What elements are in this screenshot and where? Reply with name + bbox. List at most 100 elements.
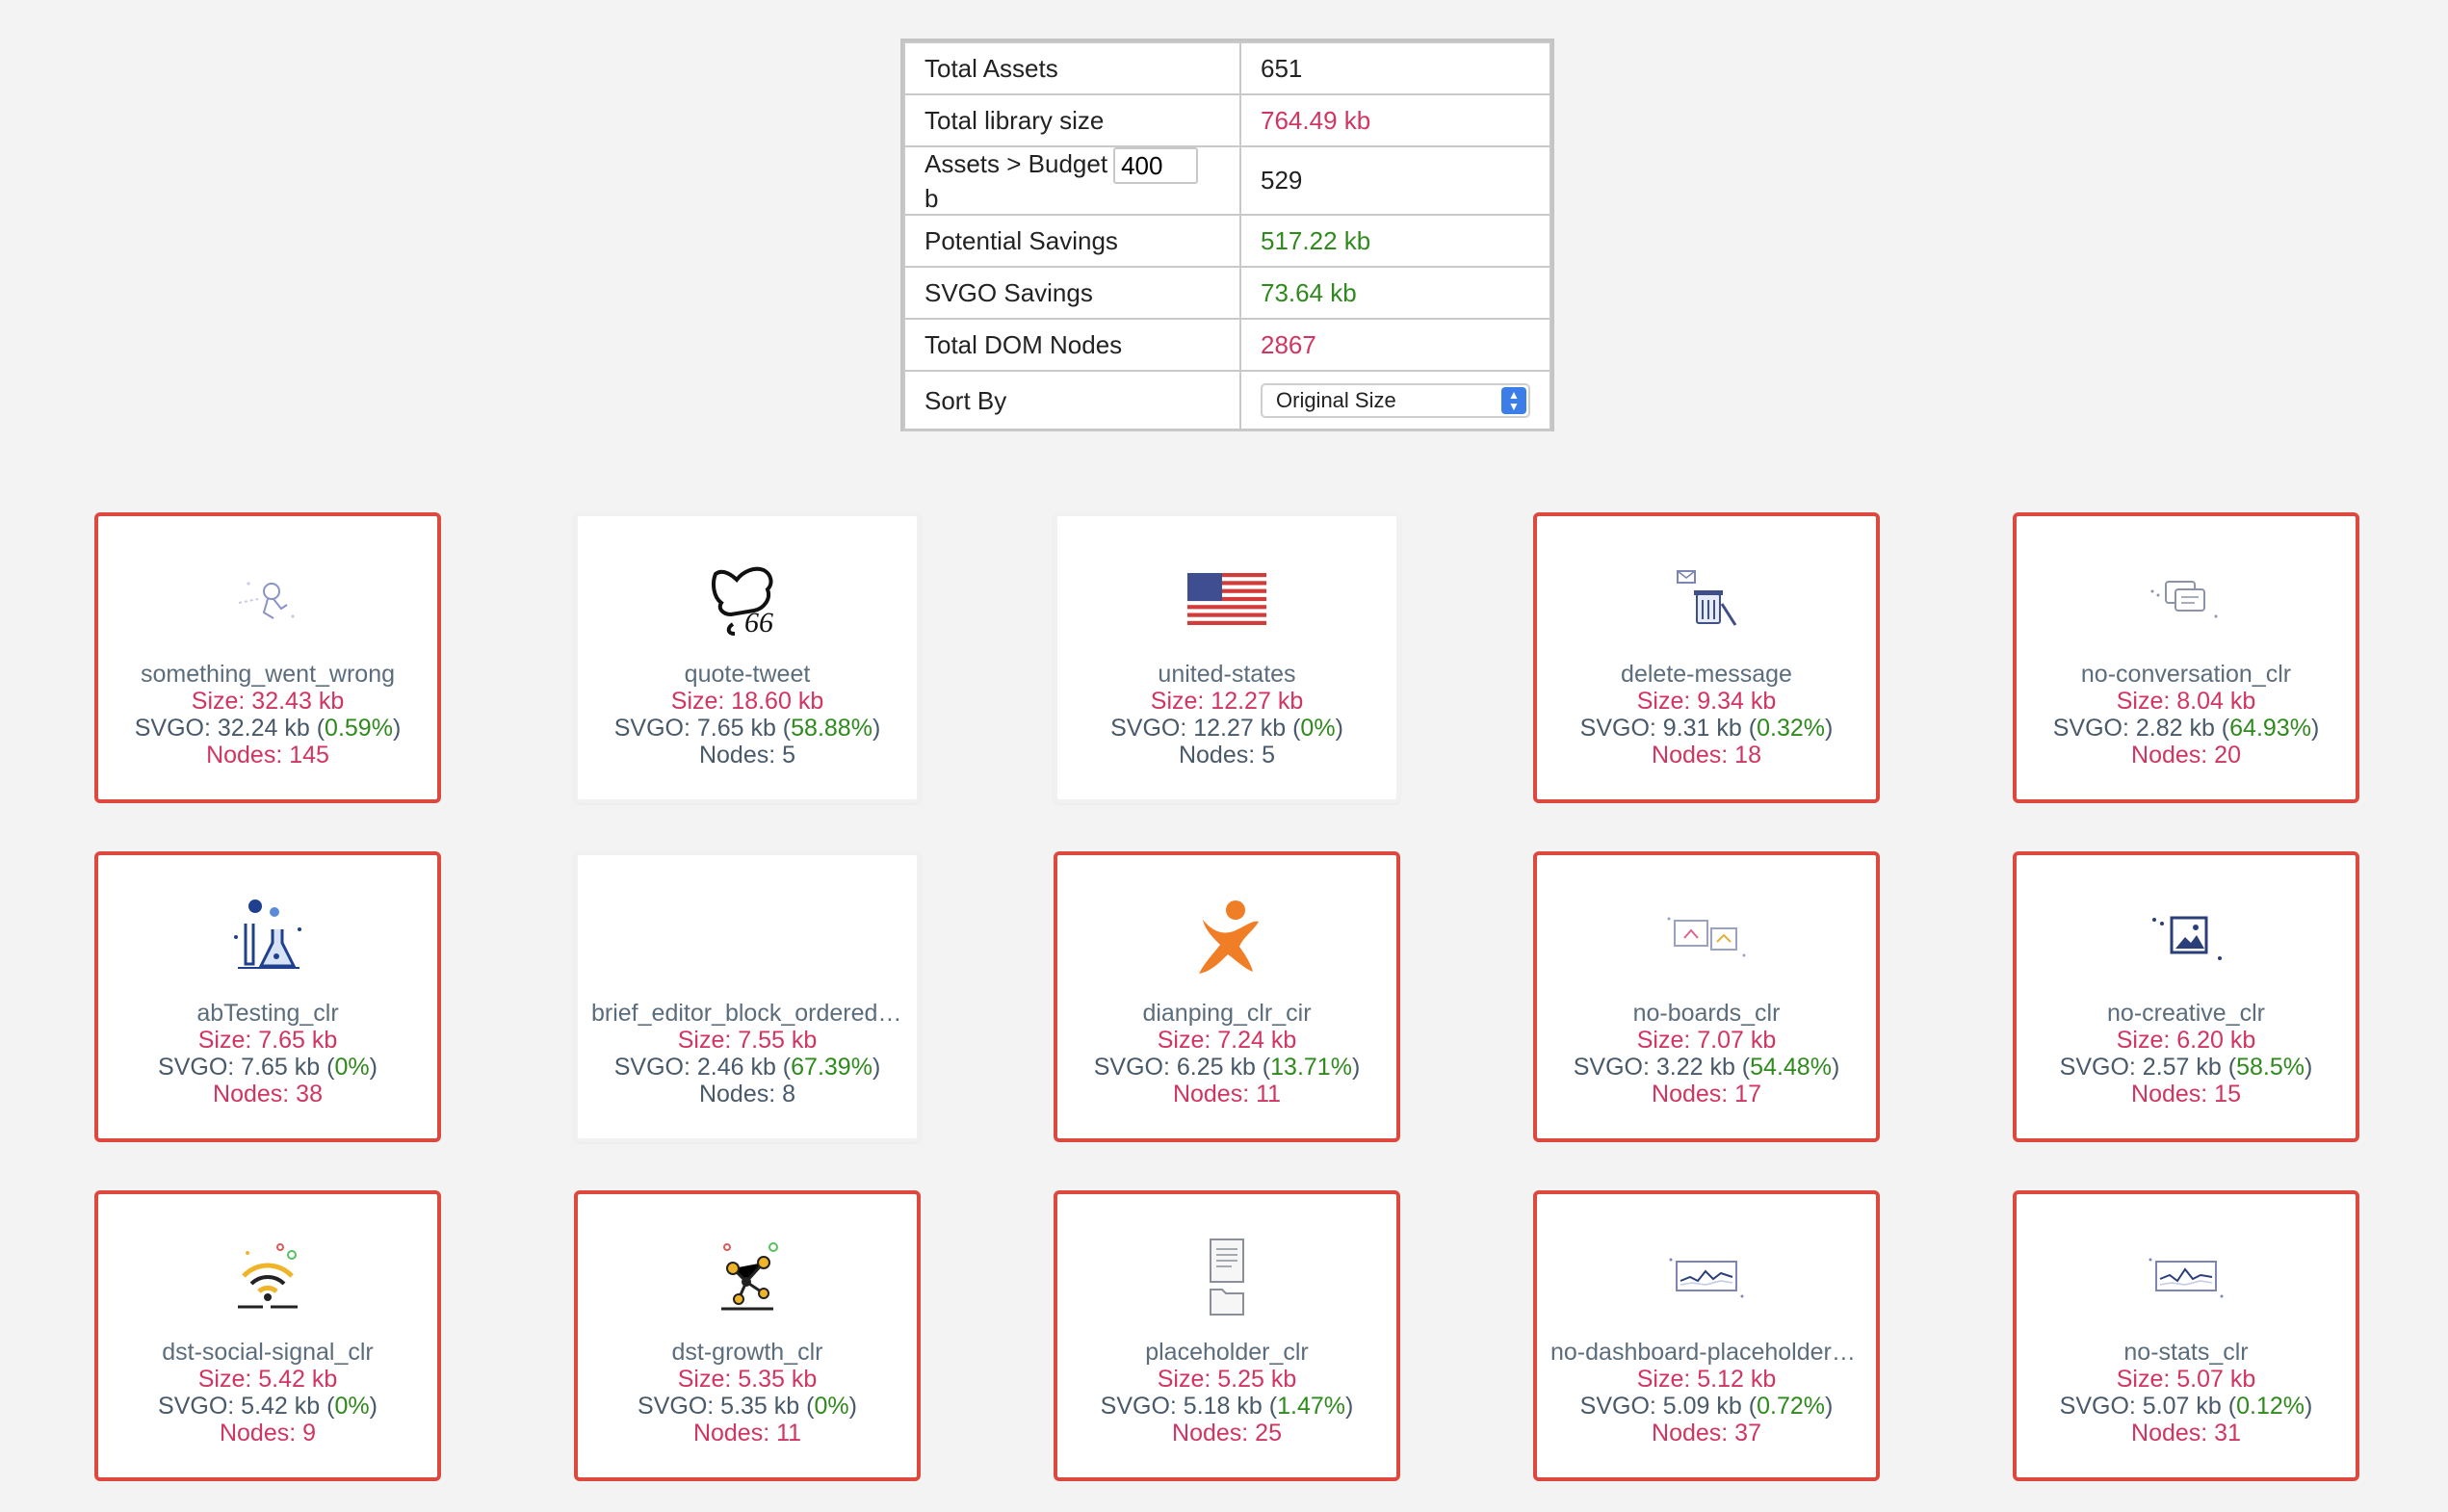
asset-card[interactable]: 66 quote-tweet Size: 18.60 kb SVGO: 7.65 kb…	[574, 512, 921, 803]
asset-svgo-line: SVGO: 7.65 kb (0%)	[98, 1054, 437, 1081]
image-frame-icon	[2017, 890, 2356, 986]
asset-info: quote-tweet Size: 18.60 kb SVGO: 7.65 kb (…	[578, 661, 917, 769]
budget-unit: b	[925, 184, 939, 213]
dianping-icon	[1057, 890, 1396, 986]
asset-svgo-line: SVGO: 3.22 kb (54.48%)	[1537, 1054, 1876, 1081]
asset-name: brief_editor_block_ordered_list	[591, 1000, 917, 1027]
asset-svgo-percent: 58.5%	[2236, 1054, 2305, 1081]
asset-card[interactable]: placeholder_clr Size: 5.25 kb SVGO: 5.18 k…	[1054, 1190, 1400, 1481]
asset-name: something_went_wrong	[140, 661, 396, 688]
svgo-savings-label: SVGO Savings	[903, 266, 1241, 320]
asset-size: Size: 8.04 kb	[2116, 688, 2256, 715]
blank-icon	[578, 890, 917, 986]
asset-size: Size: 9.34 kb	[1636, 688, 1777, 715]
asset-svgo-percent: 58.88%	[791, 715, 872, 742]
budget-input[interactable]	[1113, 147, 1199, 184]
asset-card[interactable]: no-stats_clr Size: 5.07 kb SVGO: 5.07 kb (…	[2013, 1190, 2359, 1481]
asset-size: Size: 7.24 kb	[1157, 1027, 1297, 1054]
asset-card[interactable]: something_went_wrong Size: 32.43 kb SVGO: …	[94, 512, 441, 803]
asset-svgo-line: SVGO: 5.42 kb (0%)	[98, 1393, 437, 1420]
asset-svgo: SVGO: 2.82 kb (	[2052, 715, 2230, 742]
asset-svgo-percent: 1.47%	[1277, 1393, 1345, 1420]
asset-svgo-line: SVGO: 6.25 kb (13.71%)	[1057, 1054, 1396, 1081]
asset-name: no-dashboard-placeholder_clr	[1550, 1339, 1871, 1366]
asset-size: Size: 7.65 kb	[197, 1027, 338, 1054]
asset-name: no-boards_clr	[1632, 1000, 1781, 1027]
us-flag-icon	[1057, 551, 1396, 647]
asset-info: something_went_wrong Size: 32.43 kb SVGO: …	[98, 661, 437, 769]
chat-bubbles-icon	[2017, 551, 2356, 647]
asset-card[interactable]: no-boards_clr Size: 7.07 kb SVGO: 3.22 kb …	[1533, 851, 1880, 1142]
asset-size: Size: 12.27 kb	[1150, 688, 1304, 715]
budget-label: Assets > Budget	[925, 148, 1108, 178]
potential-savings-value: 517.22 kb	[1239, 214, 1551, 268]
asset-svgo-line: SVGO: 2.46 kb (67.39%)	[578, 1054, 917, 1081]
asset-svgo-close: )	[872, 1054, 881, 1081]
asset-card[interactable]: no-creative_clr Size: 6.20 kb SVGO: 2.57 k…	[2013, 851, 2359, 1142]
asset-card[interactable]: united-states Size: 12.27 kb SVGO: 12.27 k…	[1054, 512, 1400, 803]
asset-name: placeholder_clr	[1145, 1339, 1309, 1366]
wifi-signal-icon	[98, 1229, 437, 1325]
total-assets-label: Total Assets	[903, 41, 1241, 95]
asset-name: quote-tweet	[684, 661, 811, 688]
asset-info: no-boards_clr Size: 7.07 kb SVGO: 3.22 kb …	[1537, 1000, 1876, 1108]
asset-svgo-percent: 0%	[1300, 715, 1336, 742]
asset-svgo-line: SVGO: 7.65 kb (58.88%)	[578, 715, 917, 742]
boards-icon	[1537, 890, 1876, 986]
sort-select[interactable]: Original Size ▲ ▼	[1261, 383, 1530, 418]
asset-svgo-percent: 0.32%	[1757, 715, 1825, 742]
asset-card[interactable]: abTesting_clr Size: 7.65 kb SVGO: 7.65 kb …	[94, 851, 441, 1142]
asset-svgo: SVGO: 5.18 kb (	[1100, 1393, 1278, 1420]
asset-size: Size: 7.55 kb	[677, 1027, 818, 1054]
asset-card[interactable]: brief_editor_block_ordered_list Size: 7.5…	[574, 851, 921, 1142]
astronaut-icon	[98, 551, 437, 647]
asset-name: dianping_clr_cir	[1142, 1000, 1312, 1027]
asset-svgo-close: )	[392, 715, 402, 742]
asset-size: Size: 18.60 kb	[670, 688, 824, 715]
asset-svgo: SVGO: 6.25 kb (	[1093, 1054, 1271, 1081]
flask-icon	[98, 890, 437, 986]
asset-info: united-states Size: 12.27 kb SVGO: 12.27 k…	[1057, 661, 1396, 769]
asset-svgo: SVGO: 32.24 kb (	[134, 715, 326, 742]
asset-nodes: Nodes: 25	[1172, 1420, 1282, 1447]
asset-info: abTesting_clr Size: 7.65 kb SVGO: 7.65 kb …	[98, 1000, 437, 1108]
asset-card[interactable]: delete-message Size: 9.34 kb SVGO: 9.31 kb…	[1533, 512, 1880, 803]
svg-text:66: 66	[744, 607, 773, 638]
asset-name: no-conversation_clr	[2080, 661, 2292, 688]
asset-card[interactable]: no-conversation_clr Size: 8.04 kb SVGO: 2.…	[2013, 512, 2359, 803]
asset-svgo-close: )	[1831, 1054, 1840, 1081]
asset-svgo: SVGO: 5.35 kb (	[638, 1393, 815, 1420]
asset-size: Size: 7.07 kb	[1636, 1027, 1777, 1054]
svgo-savings-value: 73.64 kb	[1239, 266, 1551, 320]
library-size-value: 764.49 kb	[1239, 93, 1551, 147]
asset-info: dst-social-signal_clr Size: 5.42 kb SVGO: …	[98, 1339, 437, 1447]
asset-card[interactable]: dst-growth_clr Size: 5.35 kb SVGO: 5.35 kb…	[574, 1190, 921, 1481]
asset-svgo: SVGO: 5.42 kb (	[158, 1393, 335, 1420]
asset-svgo: SVGO: 5.07 kb (	[2059, 1393, 2237, 1420]
asset-card[interactable]: dst-social-signal_clr Size: 5.42 kb SVGO: …	[94, 1190, 441, 1481]
asset-svgo-close: )	[369, 1393, 378, 1420]
sort-selected-value: Original Size	[1276, 388, 1396, 412]
asset-svgo-line: SVGO: 5.18 kb (1.47%)	[1057, 1393, 1396, 1420]
asset-svgo-close: )	[369, 1054, 378, 1081]
asset-svgo: SVGO: 9.31 kb (	[1579, 715, 1758, 742]
asset-svgo-percent: 64.93%	[2229, 715, 2311, 742]
asset-svgo-close: )	[872, 715, 881, 742]
asset-nodes: Nodes: 37	[1652, 1420, 1761, 1447]
asset-svgo-close: )	[2310, 715, 2320, 742]
asset-info: dianping_clr_cir Size: 7.24 kb SVGO: 6.25 …	[1057, 1000, 1396, 1108]
asset-svgo: SVGO: 5.09 kb (	[1579, 1393, 1758, 1420]
asset-svgo-line: SVGO: 2.82 kb (64.93%)	[2017, 715, 2356, 742]
asset-card[interactable]: dianping_clr_cir Size: 7.24 kb SVGO: 6.25 …	[1054, 851, 1400, 1142]
asset-size: Size: 5.42 kb	[197, 1366, 338, 1393]
asset-card[interactable]: no-dashboard-placeholder_clr Size: 5.12 k…	[1533, 1190, 1880, 1481]
asset-size: Size: 5.12 kb	[1636, 1366, 1777, 1393]
asset-svgo-line: SVGO: 32.24 kb (0.59%)	[98, 715, 437, 742]
asset-svgo-close: )	[1344, 1393, 1354, 1420]
asset-info: no-creative_clr Size: 6.20 kb SVGO: 2.57 k…	[2017, 1000, 2356, 1108]
trash-message-icon	[1537, 551, 1876, 647]
asset-nodes: Nodes: 31	[2131, 1420, 2241, 1447]
asset-svgo-percent: 0%	[814, 1393, 849, 1420]
asset-info: no-conversation_clr Size: 8.04 kb SVGO: 2.…	[2017, 661, 2356, 769]
asset-info: dst-growth_clr Size: 5.35 kb SVGO: 5.35 kb…	[578, 1339, 917, 1447]
